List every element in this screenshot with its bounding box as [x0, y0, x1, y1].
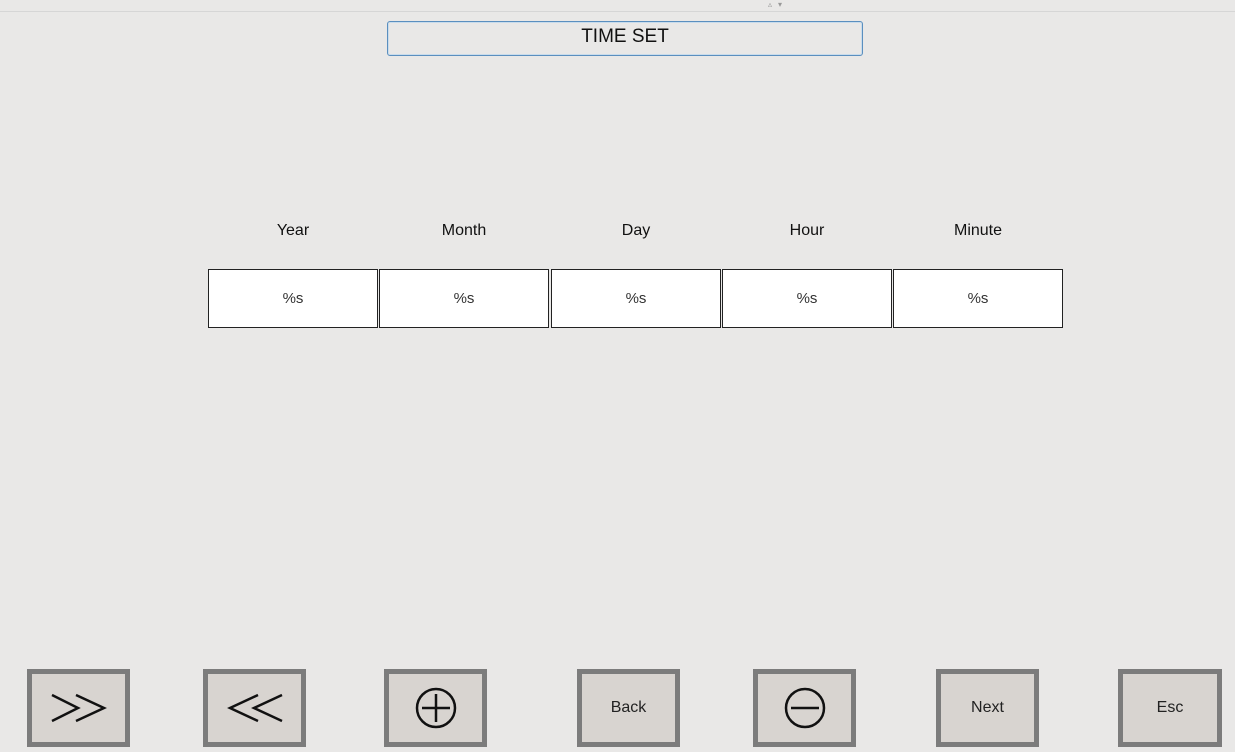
minute-field[interactable]: %s: [893, 269, 1063, 328]
day-label: Day: [621, 222, 651, 239]
esc-button[interactable]: Esc: [1118, 669, 1222, 747]
year-field[interactable]: %s: [208, 269, 378, 328]
hour-field[interactable]: %s: [722, 269, 892, 328]
page-title-text: TIME SET: [581, 25, 669, 47]
hour-label: Hour: [789, 222, 825, 239]
top-divider: [0, 11, 1235, 12]
circle-minus-icon: [783, 686, 827, 730]
back-button[interactable]: Back: [577, 669, 680, 747]
month-field[interactable]: %s: [379, 269, 549, 328]
day-field[interactable]: %s: [551, 269, 721, 328]
esc-button-label: Esc: [1156, 699, 1184, 716]
next-button-label: Next: [971, 699, 1004, 716]
double-chevron-right-icon: [48, 691, 110, 725]
year-label: Year: [276, 222, 310, 239]
back-button-label: Back: [610, 699, 647, 716]
prev-field-button[interactable]: [203, 669, 306, 747]
circle-plus-icon: [414, 686, 458, 730]
top-marker-icon: ▵▾: [768, 0, 789, 9]
next-field-button[interactable]: [27, 669, 130, 747]
double-chevron-left-icon: [224, 691, 286, 725]
decrement-button[interactable]: [753, 669, 856, 747]
minute-label: Minute: [953, 222, 1003, 239]
month-label: Month: [441, 222, 487, 239]
page-title: TIME SET: [387, 21, 863, 56]
next-button[interactable]: Next: [936, 669, 1039, 747]
increment-button[interactable]: [384, 669, 487, 747]
